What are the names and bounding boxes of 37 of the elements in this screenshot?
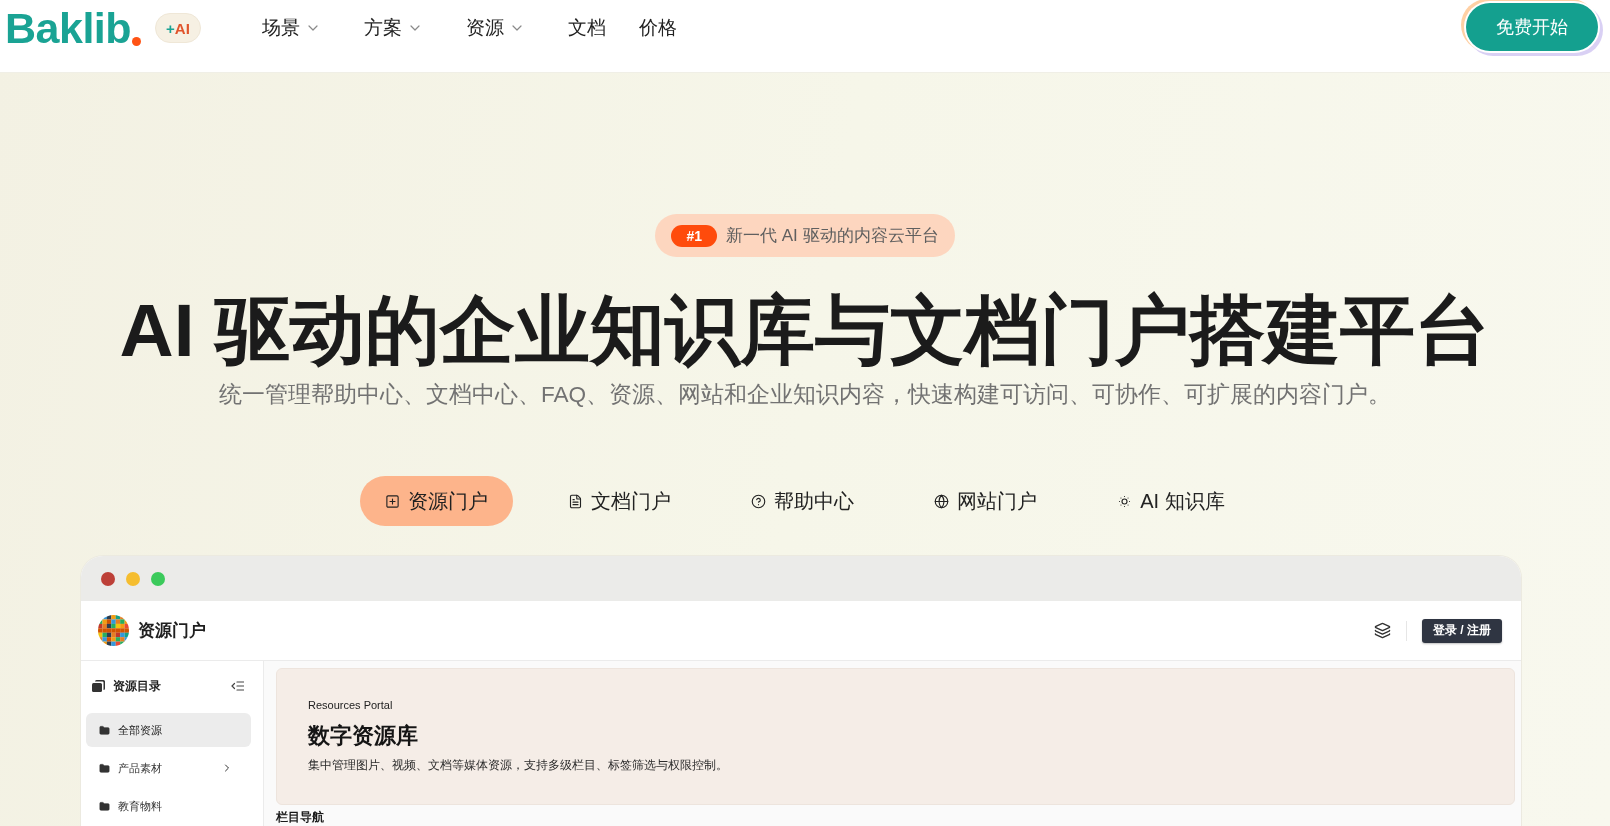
nav-link[interactable]: 场景: [261, 15, 331, 41]
hero-subtitle: 统一管理帮助中心、文档中心、FAQ、资源、网站和企业知识内容，快速构建可访问、可协作、可扩展的内容门户。: [218, 381, 1392, 409]
folder-icon: [99, 800, 110, 812]
sidebar-item[interactable]: 全部资源: [86, 713, 251, 747]
portal-tab[interactable]: 文档门户: [543, 476, 697, 526]
layers-icon[interactable]: [1374, 622, 1391, 639]
folder-icon: [99, 762, 110, 774]
section-title: 栏目导航: [276, 810, 324, 824]
sidebar-item[interactable]: 产品素材: [86, 751, 251, 785]
ai-badge: +AI: [155, 13, 201, 43]
dot-icon: [132, 36, 142, 46]
sidebar-title: 资源目录: [113, 677, 161, 695]
hero-title: AI 驱动的企业知识库与文档门户搭建平台: [119, 287, 1491, 374]
banner-eyebrow: Resources Portal: [308, 699, 394, 712]
portal-tab[interactable]: 资源门户: [360, 476, 514, 526]
banner-title: 数字资源库: [308, 722, 419, 750]
nav-link[interactable]: 文档: [567, 15, 606, 41]
stack-icon: [92, 680, 105, 692]
rank-badge: #1: [671, 224, 718, 247]
sidebar-item[interactable]: 教育物料: [86, 789, 251, 823]
login-button[interactable]: 登录 / 注册: [1422, 618, 1502, 643]
banner-description: 集中管理图片、视频、文档等媒体资源，支持多级栏目、标签筛选与权限控制。: [308, 758, 729, 773]
mosaic-logo-icon: [98, 615, 129, 646]
site-title: 资源门户: [138, 620, 206, 642]
folder-icon: [99, 724, 110, 736]
collapse-sidebar-icon[interactable]: [231, 681, 244, 691]
globe-icon: [934, 493, 950, 509]
square-plus-icon: [385, 493, 401, 509]
badge-text: 新一代 AI 驱动的内容云平台: [726, 225, 939, 247]
nav-link[interactable]: 价格: [638, 15, 677, 41]
document-icon: [568, 493, 584, 509]
nav-link[interactable]: 资源: [465, 15, 535, 41]
portal-tab[interactable]: 网站门户: [909, 476, 1063, 526]
portal-tab[interactable]: 帮助中心: [726, 476, 880, 526]
nav-link[interactable]: 方案: [363, 15, 433, 41]
portal-tab[interactable]: AI 知识库: [1092, 476, 1250, 526]
help-icon: [751, 493, 767, 509]
